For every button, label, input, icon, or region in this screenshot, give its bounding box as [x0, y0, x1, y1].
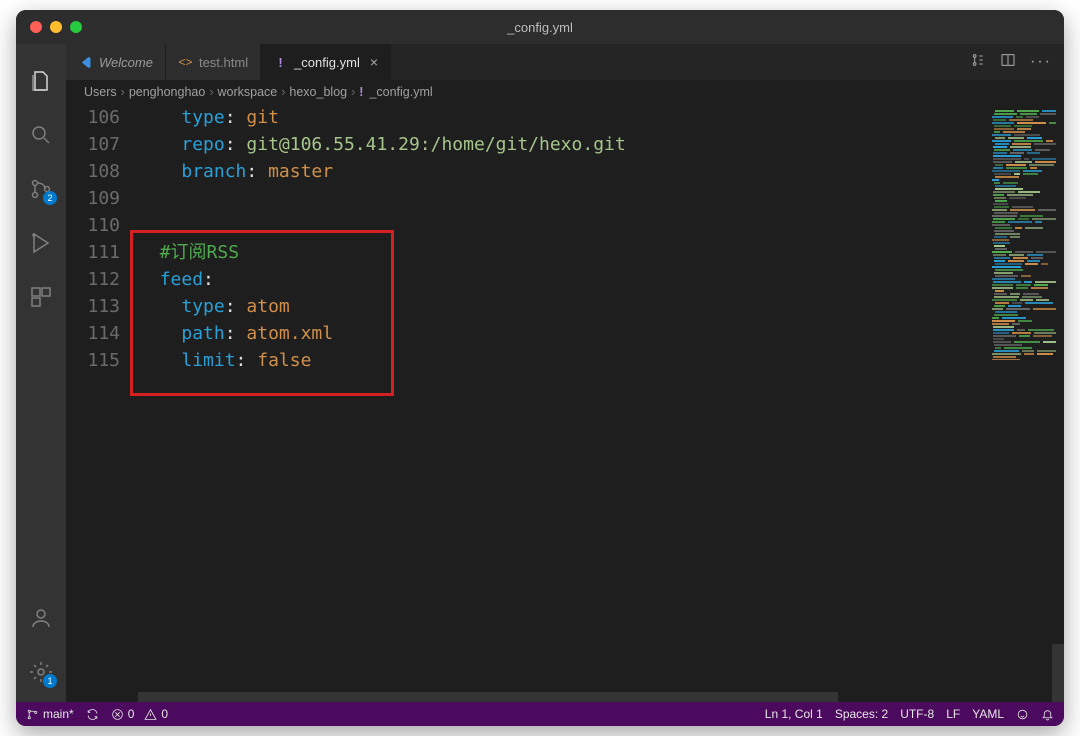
error-count: 0	[128, 707, 135, 721]
chevron-right-icon: ›	[351, 85, 355, 99]
tab-bar: Welcome <> test.html ! _config.yml ×	[66, 44, 1064, 80]
line-number: 110	[66, 212, 120, 239]
settings-badge: 1	[43, 674, 57, 688]
code-line[interactable]: path: atom.xml	[138, 320, 1064, 347]
eol[interactable]: LF	[946, 707, 960, 721]
activity-bar: 2 1	[16, 44, 66, 702]
settings-gear-icon[interactable]: 1	[27, 658, 55, 686]
traffic-lights	[16, 21, 82, 33]
search-icon[interactable]	[27, 121, 55, 149]
line-number: 106	[66, 104, 120, 131]
line-number: 113	[66, 293, 120, 320]
breadcrumb-file[interactable]: _config.yml	[369, 85, 432, 99]
code-line[interactable]: #订阅RSS	[138, 239, 1064, 266]
explorer-icon[interactable]	[27, 67, 55, 95]
horizontal-scrollbar-thumb[interactable]	[138, 692, 838, 702]
breadcrumb-part[interactable]: workspace	[217, 85, 277, 99]
indentation[interactable]: Spaces: 2	[835, 707, 888, 721]
code-line[interactable]: type: git	[138, 104, 1064, 131]
code-line[interactable]: feed:	[138, 266, 1064, 293]
breadcrumb-part[interactable]: Users	[84, 85, 117, 99]
tab-actions: ···	[970, 44, 1064, 80]
yaml-icon: !	[359, 85, 363, 99]
close-icon[interactable]	[30, 21, 42, 33]
branch-status[interactable]: main*	[26, 707, 74, 721]
account-icon[interactable]	[27, 604, 55, 632]
status-bar: main* 0 0 Ln 1, Col 1 Spaces: 2 UTF-8 LF…	[16, 702, 1064, 726]
notifications-icon[interactable]	[1041, 708, 1054, 721]
minimap[interactable]	[988, 110, 1056, 360]
close-icon[interactable]: ×	[370, 54, 378, 70]
vscode-icon	[78, 55, 93, 70]
sync-button[interactable]	[86, 708, 99, 721]
compare-changes-icon[interactable]	[970, 52, 986, 73]
code-line[interactable]: branch: master	[138, 158, 1064, 185]
code-line[interactable]: limit: false	[138, 347, 1064, 374]
code-content[interactable]: type: git repo: git@106.55.41.29:/home/g…	[138, 104, 1064, 702]
code-line[interactable]	[138, 185, 1064, 212]
line-number: 111	[66, 239, 120, 266]
tab-label: Welcome	[99, 55, 153, 70]
encoding[interactable]: UTF-8	[900, 707, 934, 721]
language-mode[interactable]: YAML	[972, 707, 1004, 721]
code-line[interactable]: type: atom	[138, 293, 1064, 320]
warning-count: 0	[161, 707, 168, 721]
code-editor[interactable]: 106107108109110111112113114115 type: git…	[66, 104, 1064, 702]
line-number: 114	[66, 320, 120, 347]
tab-welcome[interactable]: Welcome	[66, 44, 166, 80]
tab-test-html[interactable]: <> test.html	[166, 44, 261, 80]
line-number: 108	[66, 158, 120, 185]
line-number: 107	[66, 131, 120, 158]
problems-status[interactable]: 0 0	[111, 707, 168, 721]
branch-name: main*	[43, 707, 74, 721]
tab-label: test.html	[199, 55, 248, 70]
vertical-scrollbar-thumb[interactable]	[1052, 644, 1064, 702]
more-actions-icon[interactable]: ···	[1030, 53, 1052, 71]
code-line[interactable]	[138, 212, 1064, 239]
breadcrumb-part[interactable]: hexo_blog	[289, 85, 347, 99]
editor-area: Welcome <> test.html ! _config.yml ×	[66, 44, 1064, 702]
code-line[interactable]: repo: git@106.55.41.29:/home/git/hexo.gi…	[138, 131, 1064, 158]
chevron-right-icon: ›	[121, 85, 125, 99]
titlebar[interactable]: _config.yml	[16, 10, 1064, 44]
feedback-icon[interactable]	[1016, 708, 1029, 721]
chevron-right-icon: ›	[209, 85, 213, 99]
maximize-icon[interactable]	[70, 21, 82, 33]
html-icon: <>	[178, 55, 193, 70]
line-gutter: 106107108109110111112113114115	[66, 104, 138, 702]
cursor-position[interactable]: Ln 1, Col 1	[765, 707, 823, 721]
vscode-window: _config.yml 2	[16, 10, 1064, 726]
breadcrumbs[interactable]: Users › penghonghao › workspace › hexo_b…	[66, 80, 1064, 104]
scm-icon[interactable]: 2	[27, 175, 55, 203]
horizontal-scrollbar[interactable]	[138, 692, 1052, 702]
tab-config-yml[interactable]: ! _config.yml ×	[261, 44, 391, 80]
breadcrumb-part[interactable]: penghonghao	[129, 85, 205, 99]
tab-label: _config.yml	[294, 55, 360, 70]
line-number: 109	[66, 185, 120, 212]
window-title: _config.yml	[16, 20, 1064, 35]
chevron-right-icon: ›	[281, 85, 285, 99]
scm-badge: 2	[43, 191, 57, 205]
main-row: 2 1 Welcome	[16, 44, 1064, 702]
yaml-icon: !	[273, 55, 288, 70]
minimize-icon[interactable]	[50, 21, 62, 33]
debug-icon[interactable]	[27, 229, 55, 257]
line-number: 112	[66, 266, 120, 293]
split-editor-icon[interactable]	[1000, 52, 1016, 73]
line-number: 115	[66, 347, 120, 374]
extensions-icon[interactable]	[27, 283, 55, 311]
